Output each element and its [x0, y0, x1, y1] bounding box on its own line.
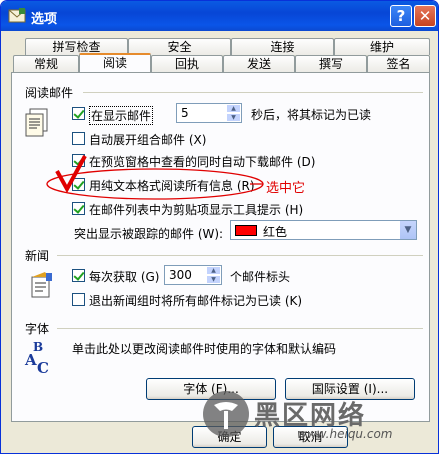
- mark-on-exit-label: 退出新闻组时将所有邮件标记为已读 (K): [89, 294, 303, 308]
- news-group-divider: [57, 255, 423, 256]
- tab-compose[interactable]: 撰写: [295, 55, 367, 72]
- tab-read[interactable]: 阅读: [79, 53, 151, 72]
- news-group-title: 新闻: [25, 249, 50, 263]
- fetch-headers-suffix: 个邮件标头: [230, 270, 291, 284]
- mark-on-exit-checkbox[interactable]: [72, 293, 85, 306]
- help-button[interactable]: ?: [390, 5, 412, 27]
- spin-up-icon[interactable]: ▲: [226, 104, 241, 113]
- options-dialog: 选项 ? ✕ 拼写检查 安全 连接 维护 常规 阅读 回执 发送 撰写 签名 阅…: [0, 0, 439, 454]
- fonts-description: 单击此处以更改阅读邮件时使用的字体和默认编码: [72, 342, 337, 356]
- mark-read-seconds-value: 5: [181, 106, 189, 120]
- tab-send[interactable]: 发送: [223, 55, 295, 72]
- close-button[interactable]: ✕: [414, 5, 436, 27]
- svg-text:A: A: [24, 351, 37, 369]
- fetch-headers-checkbox[interactable]: [72, 269, 85, 282]
- app-icon: [8, 8, 26, 23]
- mark-read-checkbox[interactable]: [72, 107, 85, 120]
- tab-row-back: 拼写检查 安全 连接 维护: [11, 38, 430, 55]
- mark-read-suffix: 秒后，将其标记为已读: [251, 108, 372, 122]
- mark-read-label: 在显示邮件: [89, 106, 154, 125]
- fetch-headers-spinner[interactable]: 300 ▲ ▼: [164, 265, 222, 285]
- title-bar[interactable]: 选项 ? ✕: [1, 1, 438, 31]
- annotation-overlay: [46, 155, 264, 200]
- spin-down-icon[interactable]: ▼: [226, 113, 241, 122]
- chevron-down-icon[interactable]: ▼: [399, 221, 416, 239]
- fetch-headers-label: 每次获取 (G): [89, 270, 160, 284]
- read-tab-panel: [11, 72, 430, 422]
- window-title: 选项: [31, 12, 58, 27]
- spin-up-icon[interactable]: ▲: [206, 266, 221, 275]
- tab-row-front: 常规 阅读 回执 发送 撰写 签名: [11, 53, 430, 72]
- color-swatch: [235, 225, 257, 236]
- watermark-logo: [203, 391, 249, 437]
- spin-down-icon[interactable]: ▼: [206, 275, 221, 284]
- tab-general[interactable]: 常规: [13, 55, 79, 72]
- tab-receipts[interactable]: 回执: [151, 55, 223, 72]
- news-icon: [31, 272, 52, 298]
- reading-group-divider: [83, 92, 423, 93]
- auto-expand-checkbox[interactable]: [72, 132, 85, 145]
- svg-text:C: C: [37, 359, 49, 377]
- highlight-color-select[interactable]: 红色 ▼: [230, 220, 417, 240]
- fonts-group-divider: [57, 328, 423, 329]
- document-icon: [25, 108, 48, 137]
- font-abc-icon: B A C: [24, 340, 49, 377]
- fonts-group-title: 字体: [25, 322, 50, 336]
- tab-connection[interactable]: 连接: [231, 38, 334, 55]
- highlight-label: 突出显示被跟踪的邮件 (W):: [74, 227, 224, 241]
- fetch-headers-value: 300: [169, 268, 192, 282]
- highlight-color-value: 红色: [263, 225, 288, 239]
- tab-signatures[interactable]: 签名: [367, 55, 430, 72]
- tab-maintenance[interactable]: 维护: [334, 38, 430, 55]
- annotation-text: 选中它: [266, 181, 306, 196]
- watermark-url: www.heiqu.com: [297, 427, 393, 441]
- mark-read-seconds-spinner[interactable]: 5 ▲ ▼: [176, 103, 242, 123]
- reading-group-title: 阅读邮件: [25, 86, 74, 100]
- auto-expand-label: 自动展开组合邮件 (X): [89, 133, 207, 147]
